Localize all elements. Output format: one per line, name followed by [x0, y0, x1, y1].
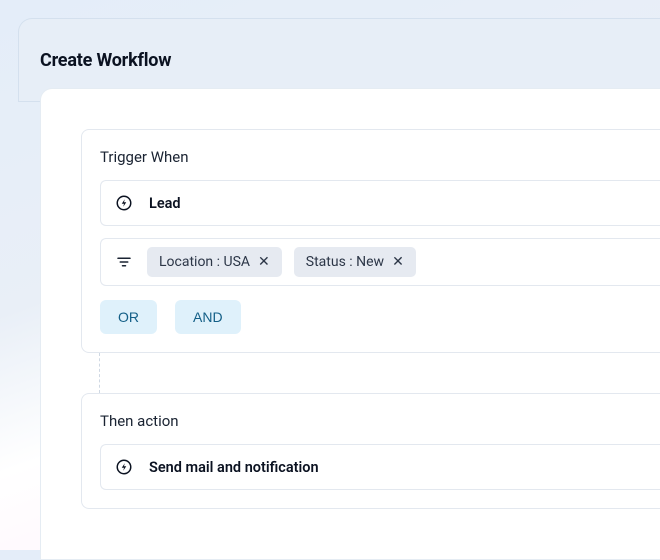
- trigger-entity-selector[interactable]: Lead: [100, 180, 660, 226]
- bolt-icon: [115, 458, 133, 476]
- action-selector[interactable]: Send mail and notification: [100, 444, 660, 490]
- filter-chip-location[interactable]: Location : USA ✕: [147, 247, 282, 277]
- bolt-icon: [115, 194, 133, 212]
- action-title: Then action: [100, 412, 660, 430]
- filter-icon: [111, 253, 135, 271]
- close-icon[interactable]: ✕: [258, 255, 270, 269]
- action-section: Then action Send mail and notification: [81, 393, 660, 509]
- filter-chip-label: Location : USA: [159, 254, 250, 270]
- trigger-section: Trigger When Lead Location : USA ✕: [81, 129, 660, 353]
- filter-chip-label: Status : New: [306, 254, 384, 270]
- trigger-entity-label: Lead: [149, 195, 181, 212]
- operator-row: OR AND: [100, 300, 660, 334]
- content-card: Trigger When Lead Location : USA ✕: [40, 88, 660, 560]
- or-button[interactable]: OR: [100, 300, 157, 334]
- action-selector-label: Send mail and notification: [149, 459, 319, 476]
- filter-chip-status[interactable]: Status : New ✕: [294, 247, 416, 277]
- trigger-title: Trigger When: [100, 148, 660, 166]
- close-icon[interactable]: ✕: [392, 255, 404, 269]
- connector-line: [99, 353, 660, 393]
- page-title: Create Workflow: [40, 50, 171, 71]
- and-button[interactable]: AND: [175, 300, 241, 334]
- trigger-filter-row[interactable]: Location : USA ✕ Status : New ✕: [100, 238, 660, 286]
